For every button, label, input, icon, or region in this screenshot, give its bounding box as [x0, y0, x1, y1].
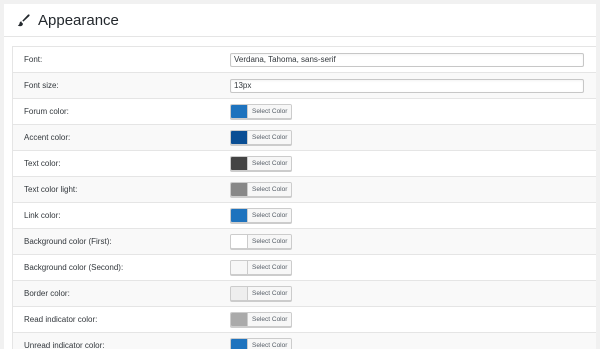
select-color-label[interactable]: Select Color — [248, 235, 292, 248]
color-picker-button[interactable]: Select Color — [230, 286, 293, 301]
color-swatch[interactable] — [231, 339, 248, 349]
color-swatch[interactable] — [231, 183, 248, 196]
page-title: Appearance — [38, 11, 119, 29]
setting-label: Background color (First): — [24, 237, 112, 246]
setting-control: 13px — [230, 78, 584, 93]
select-color-label[interactable]: Select Color — [248, 157, 292, 170]
setting-control: Select Color — [230, 182, 293, 197]
setting-label: Text color light: — [24, 185, 78, 194]
color-picker-button[interactable]: Select Color — [230, 104, 293, 119]
color-picker-button[interactable]: Select Color — [230, 338, 293, 349]
settings-row: Border color: Select Color — [13, 281, 596, 307]
setting-label: Text color: — [24, 159, 61, 168]
color-swatch[interactable] — [231, 209, 248, 222]
select-color-label[interactable]: Select Color — [248, 105, 292, 118]
font-input[interactable]: Verdana, Tahoma, sans-serif — [230, 52, 584, 67]
color-swatch[interactable] — [231, 105, 248, 118]
select-color-label[interactable]: Select Color — [248, 131, 292, 144]
setting-label: Read indicator color: — [24, 315, 98, 324]
section-header: Appearance — [4, 4, 596, 37]
color-swatch[interactable] — [231, 313, 248, 326]
color-picker-button[interactable]: Select Color — [230, 234, 293, 249]
setting-label: Unread indicator color: — [24, 341, 105, 349]
settings-row: Read indicator color: Select Color — [13, 307, 596, 333]
setting-control: Select Color — [230, 104, 293, 119]
select-color-label[interactable]: Select Color — [248, 313, 292, 326]
setting-label: Accent color: — [24, 133, 71, 142]
color-swatch[interactable] — [231, 287, 248, 300]
select-color-label[interactable]: Select Color — [248, 339, 292, 349]
select-color-label[interactable]: Select Color — [248, 183, 292, 196]
color-swatch[interactable] — [231, 131, 248, 144]
settings-row: Text color light: Select Color — [13, 177, 596, 203]
paintbrush-icon — [16, 13, 30, 27]
settings-row: Accent color: Select Color — [13, 125, 596, 151]
setting-label: Link color: — [24, 211, 61, 220]
color-picker-button[interactable]: Select Color — [230, 156, 293, 171]
select-color-label[interactable]: Select Color — [248, 261, 292, 274]
select-color-label[interactable]: Select Color — [248, 287, 292, 300]
settings-table: Font: Verdana, Tahoma, sans-serif Font siz… — [12, 46, 596, 349]
settings-page: Appearance Font: Verdana, Tahoma, sans-se… — [4, 4, 596, 349]
font-size-input[interactable]: 13px — [230, 78, 584, 93]
color-picker-button[interactable]: Select Color — [230, 130, 293, 145]
setting-control: Select Color — [230, 234, 293, 249]
settings-row: Background color (Second): Select Color — [13, 255, 596, 281]
color-picker-button[interactable]: Select Color — [230, 208, 293, 223]
settings-row: Forum color: Select Color — [13, 99, 596, 125]
setting-label: Border color: — [24, 289, 70, 298]
settings-row: Link color: Select Color — [13, 203, 596, 229]
color-picker-button[interactable]: Select Color — [230, 260, 293, 275]
color-swatch[interactable] — [231, 235, 248, 248]
setting-control: Select Color — [230, 338, 293, 349]
setting-label: Forum color: — [24, 107, 69, 116]
color-swatch[interactable] — [231, 157, 248, 170]
setting-control: Select Color — [230, 312, 293, 327]
setting-control: Select Color — [230, 208, 293, 223]
settings-row: Font: Verdana, Tahoma, sans-serif — [13, 47, 596, 73]
setting-control: Select Color — [230, 260, 293, 275]
color-picker-button[interactable]: Select Color — [230, 312, 293, 327]
setting-label: Background color (Second): — [24, 263, 124, 272]
settings-row: Font size: 13px — [13, 73, 596, 99]
setting-control: Select Color — [230, 156, 293, 171]
color-swatch[interactable] — [231, 261, 248, 274]
setting-control: Verdana, Tahoma, sans-serif — [230, 52, 584, 67]
setting-label: Font size: — [24, 81, 59, 90]
setting-control: Select Color — [230, 130, 293, 145]
setting-label: Font: — [24, 55, 43, 64]
color-picker-button[interactable]: Select Color — [230, 182, 293, 197]
setting-control: Select Color — [230, 286, 293, 301]
settings-row: Unread indicator color: Select Color — [13, 333, 596, 349]
settings-row: Background color (First): Select Color — [13, 229, 596, 255]
settings-row: Text color: Select Color — [13, 151, 596, 177]
select-color-label[interactable]: Select Color — [248, 209, 292, 222]
